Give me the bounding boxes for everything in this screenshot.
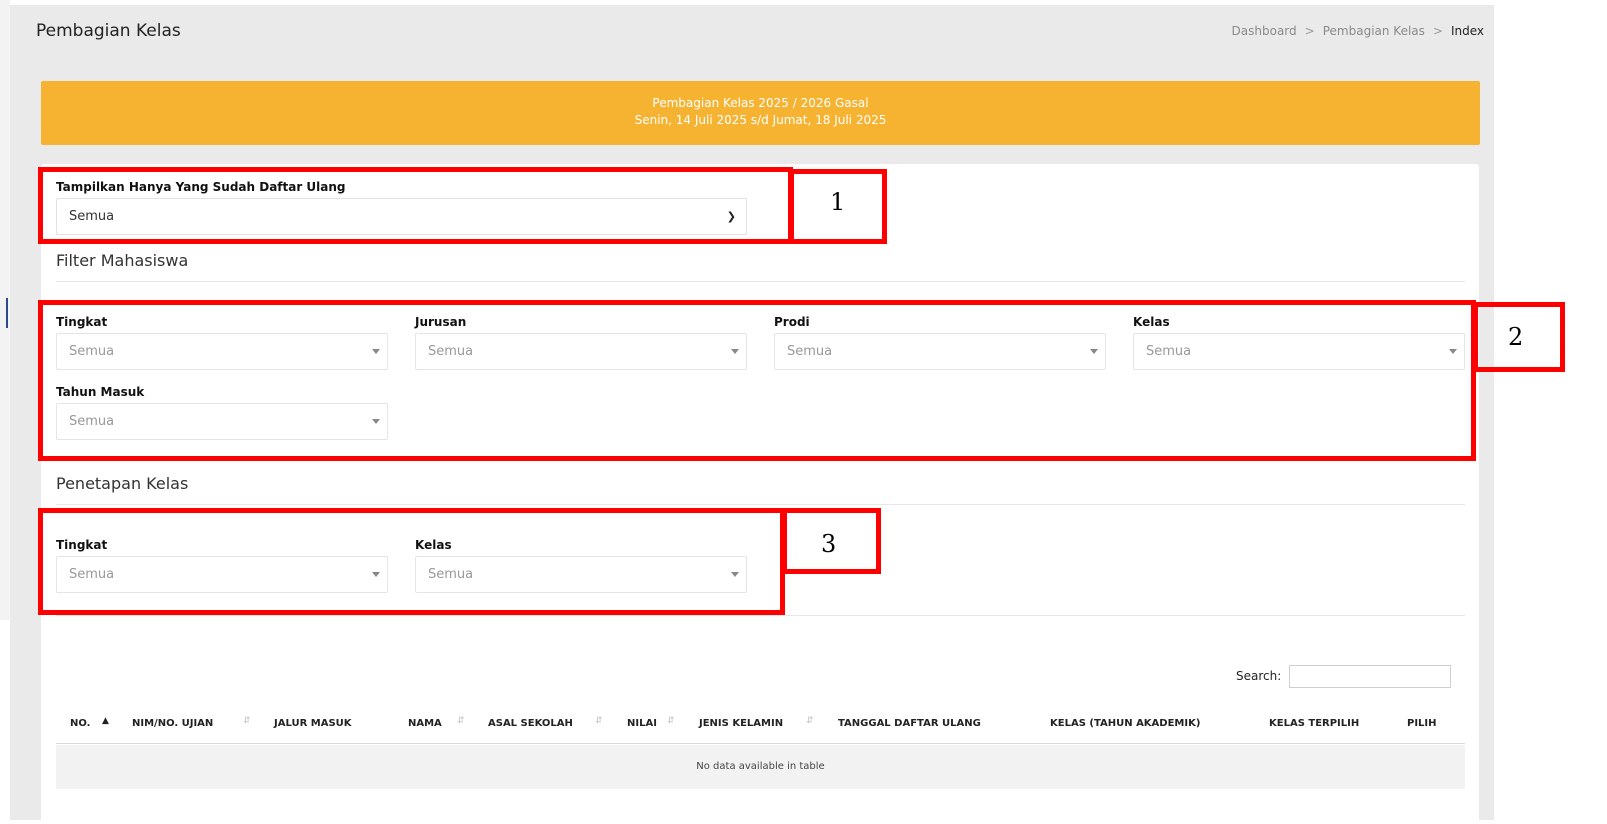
column-header-nama[interactable]: NAMA	[408, 718, 442, 729]
breadcrumb: Dashboard > Pembagian Kelas > Index	[1232, 24, 1484, 38]
highlight-box-1	[38, 167, 793, 244]
banner-period-title: Pembagian Kelas 2025 / 2026 Gasal	[652, 96, 869, 110]
period-banner: Pembagian Kelas 2025 / 2026 Gasal Senin,…	[41, 81, 1480, 145]
sort-asc-icon: ▲	[102, 716, 109, 726]
sidebar-active-indicator	[6, 298, 8, 328]
divider	[56, 281, 1465, 282]
sidebar-edge	[0, 0, 10, 620]
annotation-number-2: 2	[1508, 323, 1524, 351]
column-header-jenis-kelamin[interactable]: JENIS KELAMIN	[699, 718, 783, 729]
column-header-asal-sekolah[interactable]: ASAL SEKOLAH	[488, 718, 573, 729]
breadcrumb-separator-icon: >	[1432, 24, 1443, 38]
column-header-jalur-masuk[interactable]: JALUR MASUK	[274, 718, 352, 729]
breadcrumb-dashboard[interactable]: Dashboard	[1232, 24, 1297, 38]
column-header-no[interactable]: NO.	[70, 718, 90, 729]
annotation-number-1: 1	[830, 188, 846, 216]
breadcrumb-separator-icon: >	[1304, 24, 1315, 38]
penetapan-kelas-title: Penetapan Kelas	[56, 474, 189, 493]
sort-icon: ⇵	[457, 716, 465, 726]
sort-icon: ⇵	[806, 716, 814, 726]
column-header-pilih[interactable]: PILIH	[1407, 718, 1437, 729]
table-empty-row: No data available in table	[56, 745, 1465, 789]
breadcrumb-current: Index	[1450, 24, 1484, 38]
highlight-box-3	[38, 508, 785, 615]
search-input[interactable]	[1289, 665, 1451, 688]
divider	[56, 615, 1465, 616]
breadcrumb-pembagian-kelas[interactable]: Pembagian Kelas	[1323, 24, 1425, 38]
page-title: Pembagian Kelas	[36, 21, 181, 41]
filter-mahasiswa-title: Filter Mahasiswa	[56, 251, 189, 270]
column-header-tanggal-daftar-ulang[interactable]: TANGGAL DAFTAR ULANG	[838, 718, 981, 729]
banner-period-dates: Senin, 14 Juli 2025 s/d Jumat, 18 Juli 2…	[634, 113, 887, 127]
column-header-nim[interactable]: NIM/NO. UJIAN	[132, 718, 213, 729]
highlight-box-2	[38, 300, 1476, 461]
column-header-kelas-terpilih[interactable]: KELAS TERPILIH	[1269, 718, 1359, 729]
sort-icon: ⇵	[667, 716, 675, 726]
column-header-kelas-tahun-akademik[interactable]: KELAS (TAHUN AKADEMIK)	[1050, 718, 1200, 729]
sort-icon: ⇵	[595, 716, 603, 726]
annotation-number-3: 3	[821, 530, 837, 558]
sort-icon: ⇵	[243, 716, 251, 726]
search-label: Search:	[1236, 669, 1282, 683]
column-header-nilai[interactable]: NILAI	[627, 718, 657, 729]
table-header-divider	[56, 743, 1465, 744]
divider	[56, 504, 1465, 505]
